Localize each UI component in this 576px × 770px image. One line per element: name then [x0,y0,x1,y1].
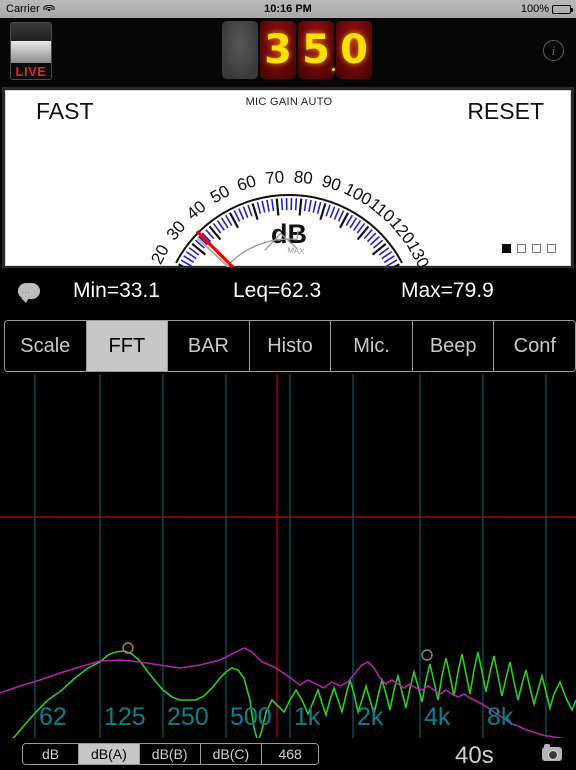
freq-tick-8k: 8k [487,703,513,732]
weighting-468[interactable]: 468 [262,744,318,764]
weighting-dbb[interactable]: dB(B) [140,744,201,764]
tab-beep[interactable]: Beep [413,321,495,371]
weighting-dba[interactable]: dB(A) [79,744,140,764]
live-button[interactable]: LIVE [10,22,52,80]
freq-tick-125: 125 [104,703,146,732]
statistics-row: ... Min=33.1 Leq=62.3 Max=79.9 [0,268,576,314]
svg-text:20: 20 [147,242,173,267]
weighting-db[interactable]: dB [23,744,79,764]
status-bar-right: 100% [521,3,571,15]
tab-mic[interactable]: Mic. [331,321,413,371]
camera-icon[interactable] [542,747,562,761]
digit-cell-3: 0 [336,21,372,79]
status-bar: Carrier 10:16 PM 100% [0,0,576,18]
stat-min: Min=33.1 [73,279,160,303]
freq-tick-250: 250 [167,703,209,732]
live-button-label: LIVE [11,63,51,79]
info-icon[interactable]: i [543,40,564,61]
page-dot-3[interactable] [532,244,541,253]
digital-readout-bar: LIVE 3 5 0 i [0,18,576,88]
stat-leq: Leq=62.3 [233,279,321,303]
svg-text:30: 30 [163,217,190,244]
page-dot-1[interactable] [502,244,511,253]
freq-tick-62: 62 [39,703,67,732]
tab-scale[interactable]: Scale [5,321,87,371]
elapsed-time-label: 40s [455,742,494,770]
freq-tick-4k: 4k [424,703,450,732]
fft-plot-svg [0,374,576,738]
weighting-selector: dB dB(A) dB(B) dB(C) 468 [22,743,319,765]
svg-text:80: 80 [293,167,314,188]
svg-text:40: 40 [183,197,210,224]
bottom-toolbar: dB dB(A) dB(B) dB(C) 468 40s [0,740,576,768]
tab-conf[interactable]: Conf [494,321,575,371]
freq-tick-2k: 2k [357,703,383,732]
digit-cell-1: 3 [260,21,296,79]
fft-spectrum-graph[interactable]: 861 Hz 60 dB 172Hz 4479Hz -2.6dB 6212525… [0,374,576,738]
freq-tick-500: 500 [230,703,272,732]
speech-bubble-icon[interactable]: ... [18,283,40,299]
tab-histo[interactable]: Histo [250,321,332,371]
tab-fft[interactable]: FFT [87,321,169,371]
battery-percent-label: 100% [521,3,549,15]
weighting-dbc[interactable]: dB(C) [201,744,263,764]
battery-icon [552,5,571,14]
live-button-level-segment [11,41,51,63]
stat-max: Max=79.9 [401,279,494,303]
svg-text:50: 50 [207,181,233,207]
status-bar-clock: 10:16 PM [0,3,576,15]
svg-text:90: 90 [320,171,344,195]
page-dot-2[interactable] [517,244,526,253]
decimal-point [332,68,335,71]
page-indicator[interactable] [502,244,556,253]
meter-dial-graphic: 2030405060708090100110120130MINMAX [6,91,572,267]
svg-text:60: 60 [235,171,259,195]
tab-bar[interactable]: BAR [168,321,250,371]
svg-text:70: 70 [264,167,285,188]
digit-cell-2-value: 5 [302,27,330,73]
live-button-top-segment [11,23,51,41]
digit-cell-0 [222,21,258,79]
page-dot-4[interactable] [547,244,556,253]
mode-tab-bar: Scale FFT BAR Histo Mic. Beep Conf [4,320,576,372]
digital-value-display[interactable]: 3 5 0 [222,21,372,79]
freq-tick-1k: 1k [294,703,320,732]
analog-meter-panel: FAST RESET MIC GAIN AUTO dB 203040506070… [5,90,571,266]
digit-cell-2: 5 [298,21,334,79]
